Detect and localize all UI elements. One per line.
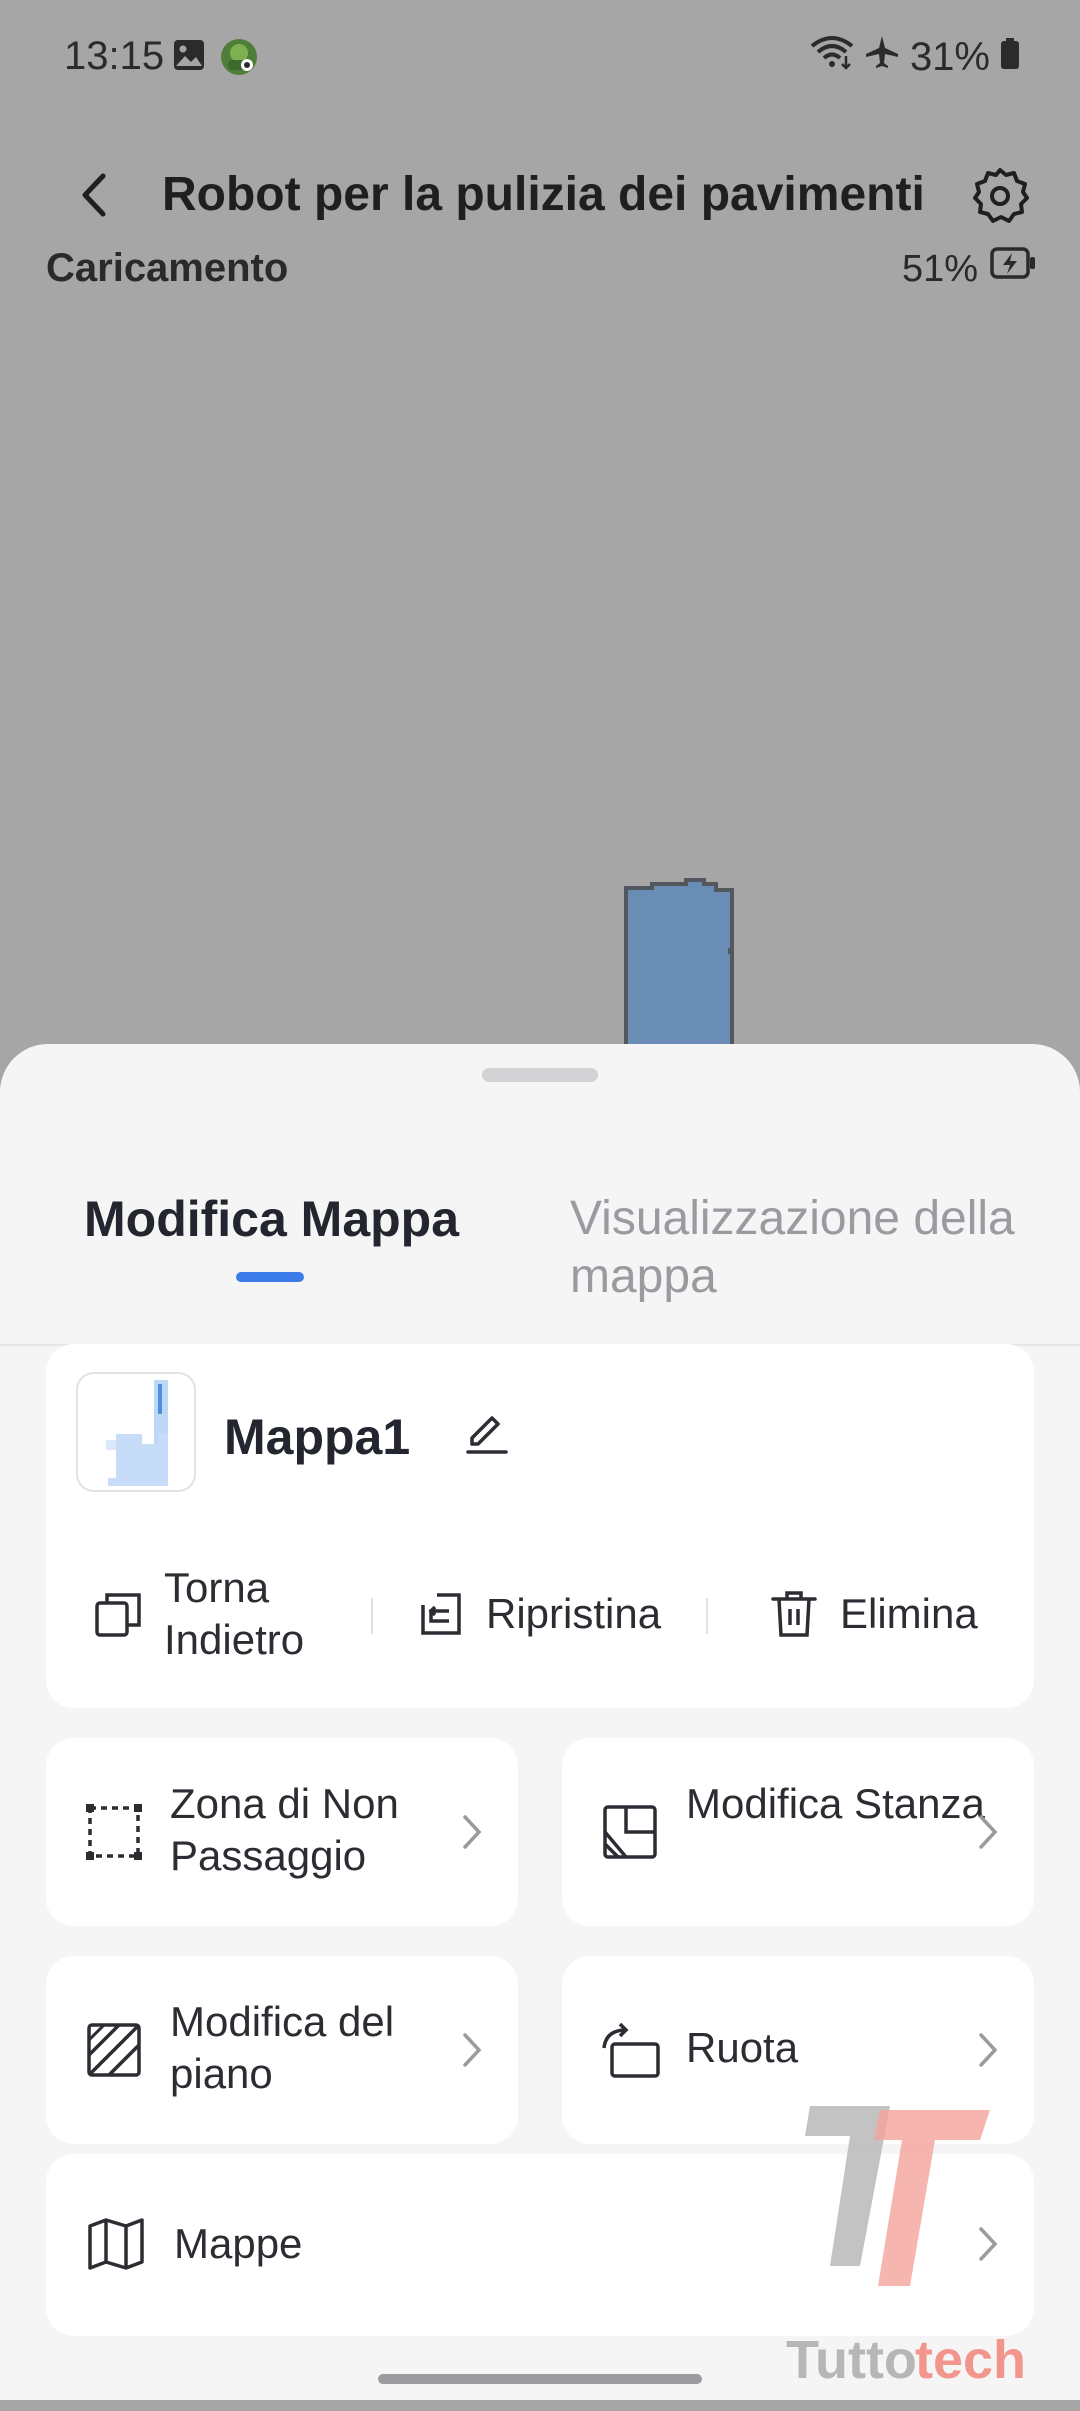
chevron-right-icon <box>452 2028 492 2072</box>
charging-status: Caricamento <box>46 246 289 290</box>
cleaning-map-room <box>624 878 734 1048</box>
map-icon <box>84 2212 148 2276</box>
gear-icon <box>973 168 1029 223</box>
edit-room-tile[interactable]: Modifica Stanza <box>562 1738 1034 1926</box>
wifi-icon <box>810 34 854 80</box>
undo-label: Torna Indietro <box>164 1564 305 1663</box>
room-layout-icon <box>598 1800 662 1864</box>
edit-room-label: Modifica Stanza <box>686 1780 985 1827</box>
chevron-right-icon <box>968 1810 1008 1854</box>
map-view[interactable] <box>0 320 1080 1048</box>
map-card: Mappa1 Torna Indietro Ripristina Elimina <box>46 1344 1034 1708</box>
app-notification-icon <box>220 38 258 81</box>
edit-floor-label: Modifica del piano <box>170 1998 395 2097</box>
home-indicator[interactable] <box>378 2374 702 2384</box>
map-actions: Torna Indietro Ripristina Elimina <box>46 1554 1034 1674</box>
copy-icon <box>90 1586 146 1642</box>
restore-label: Ripristina <box>486 1590 662 1637</box>
no-go-zone-label: Zona di Non Passaggio <box>170 1780 399 1879</box>
airplane-mode-icon <box>864 34 900 80</box>
tab-bar: Modifica Mappa Visualizzazione della map… <box>0 1144 1080 1346</box>
svg-text:tech: tech <box>915 2330 1026 2390</box>
chevron-left-icon <box>82 173 106 217</box>
action-divider <box>371 1598 373 1634</box>
map-name: Mappa1 <box>224 1409 411 1465</box>
no-go-zone-tile[interactable]: Zona di Non Passaggio <box>46 1738 518 1926</box>
chevron-right-icon <box>452 1810 492 1854</box>
battery-icon <box>1000 35 1020 80</box>
tab-modifica-mappa[interactable]: Modifica Mappa <box>84 1190 459 1248</box>
battery-text: 31% <box>909 34 990 79</box>
rotate-label: Ruota <box>686 2024 799 2071</box>
rename-map-button[interactable] <box>456 1404 516 1464</box>
restore-icon <box>412 1586 468 1642</box>
gallery-icon <box>172 38 206 81</box>
sheet-drag-handle[interactable] <box>482 1068 598 1082</box>
dashed-square-icon <box>82 1800 146 1864</box>
chevron-right-icon <box>968 2028 1008 2072</box>
map-thumbnail[interactable] <box>76 1372 196 1492</box>
rotate-icon <box>598 2018 662 2082</box>
maps-label: Mappe <box>174 2220 303 2267</box>
action-divider <box>706 1598 708 1634</box>
restore-button[interactable]: Ripristina <box>412 1554 661 1674</box>
svg-text:Tutto: Tutto <box>786 2330 917 2390</box>
charging-status-row: Caricamento 51% <box>46 240 1036 300</box>
delete-button[interactable]: Elimina <box>766 1554 978 1674</box>
trash-icon <box>766 1586 822 1642</box>
map-edit-sheet: Modifica Mappa Visualizzazione della map… <box>0 1044 1080 2400</box>
floor-hatch-icon <box>82 2018 146 2082</box>
delete-label: Elimina <box>840 1590 978 1637</box>
undo-button[interactable]: Torna Indietro <box>90 1554 364 1674</box>
battery-charging-icon <box>990 246 1036 285</box>
active-tab-indicator <box>236 1272 304 1282</box>
watermark-logo: Tutto tech <box>770 2096 1030 2406</box>
status-bar: 13:15 31% <box>0 0 1080 120</box>
pencil-icon <box>466 1416 508 1454</box>
edit-floor-tile[interactable]: Modifica del piano <box>46 1956 518 2144</box>
tab-visualizzazione-mappa[interactable]: Visualizzazione della mappa <box>570 1190 1060 1306</box>
status-time: 13:15 <box>64 34 165 78</box>
device-battery-percent: 51% <box>901 248 978 290</box>
